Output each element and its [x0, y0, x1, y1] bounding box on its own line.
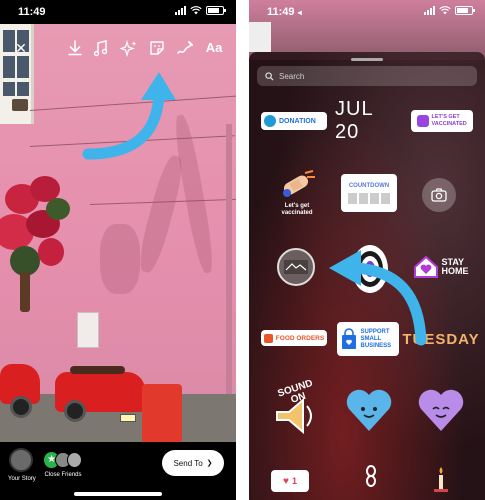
status-time: 11:49: [18, 6, 46, 18]
sticker-lets-get-vaccinated[interactable]: LET'S GET VACCINATED: [411, 110, 473, 132]
house-heart-icon: [413, 255, 438, 278]
battery-icon: [455, 6, 475, 15]
heart-face-icon: [346, 389, 392, 431]
close-icon[interactable]: ✕: [12, 38, 30, 58]
heart-icon: ♥: [283, 475, 289, 487]
camera-sticker-button[interactable]: [422, 178, 456, 212]
sticker-sound-on[interactable]: SOUND ON: [271, 378, 323, 438]
bougainvillea-tree: [0, 174, 75, 314]
search-icon: [265, 71, 274, 81]
food-icon: [263, 333, 273, 343]
camera-icon: [431, 188, 447, 202]
story-toolbar: ✕ Aa: [0, 38, 236, 58]
avatar: [9, 448, 33, 472]
heart-face-icon: [418, 389, 464, 431]
download-icon[interactable]: [66, 38, 84, 58]
electric-box: [77, 312, 99, 348]
photo-gif-icon: [284, 260, 308, 274]
sticker-date[interactable]: JUL 20: [335, 98, 401, 143]
status-bar: 11:49 ◂: [249, 0, 485, 24]
share-bar: Your Story ★ Close Friends Send To ❯: [0, 442, 236, 500]
flower-pot: [12, 99, 28, 111]
sticker-tray: DONATION JUL 20 LET'S GET VACCINATED Let…: [249, 52, 485, 500]
sticker-chain[interactable]: [361, 464, 381, 494]
spiral-e-icon: [352, 245, 388, 293]
sticker-rainbow-candle[interactable]: [429, 464, 453, 494]
sticker-blue-heart[interactable]: [341, 386, 397, 436]
search-input[interactable]: [279, 71, 459, 81]
signal-icon: [424, 6, 435, 15]
tray-grabber[interactable]: [351, 58, 383, 61]
back-arrow-icon: ◂: [297, 8, 302, 17]
draw-squiggle-icon[interactable]: [176, 38, 194, 58]
sticker-photo-gif[interactable]: [277, 248, 315, 286]
signal-icon: [175, 6, 186, 15]
send-to-button[interactable]: Send To ❯: [162, 450, 224, 476]
sticker-icon[interactable]: [148, 38, 166, 58]
home-indicator: [74, 492, 162, 496]
candle-icon: [434, 467, 448, 492]
status-bar: 11:49: [0, 0, 236, 24]
story-photo: [0, 24, 236, 442]
sticker-spiral-e[interactable]: [349, 242, 391, 296]
wifi-icon: [439, 6, 451, 15]
battery-icon: [206, 6, 226, 15]
left-phone-screen: 11:49 ✕ Aa Your Story ★ Close Friends Se…: [0, 0, 236, 500]
chevron-right-icon: ❯: [206, 460, 213, 467]
sticker-search[interactable]: [257, 66, 477, 86]
sticker-donation[interactable]: DONATION: [261, 112, 327, 130]
sticker-stay-home[interactable]: STAY HOME: [409, 250, 473, 284]
bandage-icon: [283, 170, 315, 197]
wifi-icon: [190, 6, 202, 15]
sticker-purple-heart[interactable]: [413, 386, 469, 436]
license-plate: [120, 414, 136, 422]
donation-icon: [264, 115, 276, 127]
text-tool-icon[interactable]: Aa: [202, 38, 226, 58]
right-phone-screen: 11:49 ◂ DONATION JUL 20 LET'S GET VACCIN…: [249, 0, 485, 500]
close-friends-button[interactable]: ★ Close Friends: [44, 448, 82, 478]
sticker-food-orders[interactable]: FOOD ORDERS: [261, 330, 327, 346]
music-icon[interactable]: [92, 38, 110, 58]
status-time: 11:49: [267, 6, 295, 18]
sticker-bandage-vaccine[interactable]: Let's get vaccinated: [269, 164, 325, 222]
heart-icon: [416, 115, 429, 127]
sticker-countdown[interactable]: COUNTDOWN: [341, 174, 397, 212]
red-bin: [142, 384, 182, 442]
effects-sparkle-icon[interactable]: [120, 38, 138, 58]
sticker-support-small-business[interactable]: SUPPORT SMALL BUSINESS: [337, 322, 399, 356]
chain-icon: [366, 465, 376, 487]
sticker-like-counter[interactable]: ♥ 1: [271, 470, 309, 492]
your-story-button[interactable]: Your Story: [8, 448, 36, 482]
shopping-bag-icon: [341, 328, 356, 349]
sticker-tuesday[interactable]: TUESDAY: [402, 326, 478, 352]
